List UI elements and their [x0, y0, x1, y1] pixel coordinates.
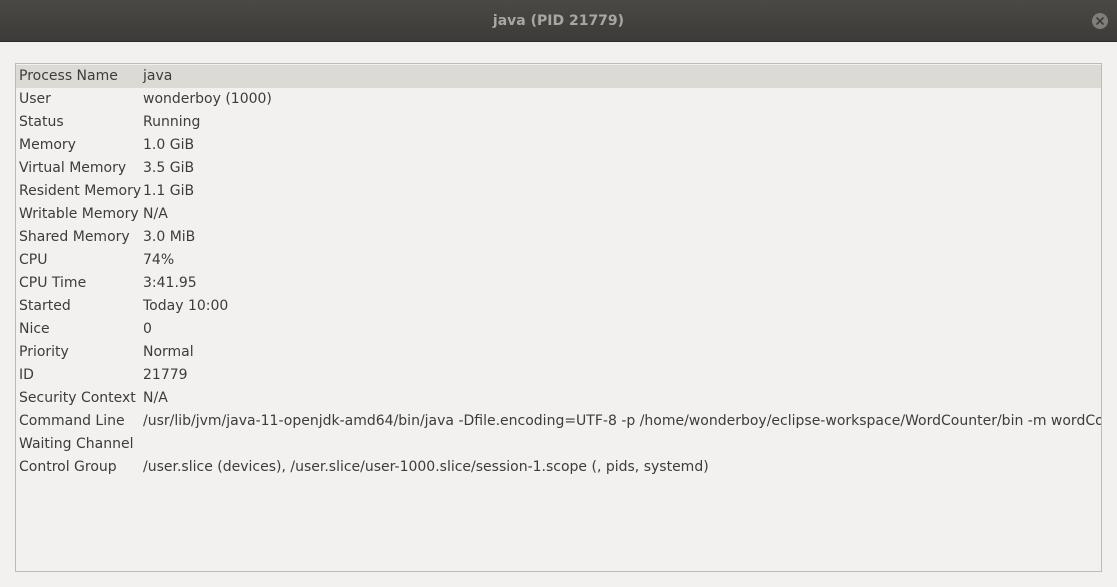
property-name: Nice — [19, 321, 50, 337]
property-name: CPU — [19, 252, 48, 268]
property-name: Shared Memory — [19, 229, 130, 245]
process-properties-window: java (PID 21779) Process Name java User … — [0, 0, 1117, 587]
property-row-cpu-time[interactable]: CPU Time 3:41.95 — [16, 272, 1101, 295]
property-row-id[interactable]: ID 21779 — [16, 364, 1101, 387]
property-row-writable-memory[interactable]: Writable Memory N/A — [16, 203, 1101, 226]
close-button[interactable] — [1092, 13, 1108, 29]
property-name: Waiting Channel — [19, 436, 134, 452]
property-name: CPU Time — [19, 275, 87, 291]
property-row-process-name[interactable]: Process Name java — [16, 65, 1101, 88]
window-title: java (PID 21779) — [492, 13, 625, 29]
property-row-priority[interactable]: Priority Normal — [16, 341, 1101, 364]
property-value: 21779 — [143, 367, 188, 383]
property-row-status[interactable]: Status Running — [16, 111, 1101, 134]
property-row-command-line[interactable]: Command Line /usr/lib/jvm/java-11-openjd… — [16, 410, 1101, 433]
property-value: wonderboy (1000) — [143, 91, 272, 107]
property-name: Started — [19, 298, 71, 314]
title-bar[interactable]: java (PID 21779) — [0, 0, 1117, 42]
property-name: Resident Memory — [19, 183, 142, 199]
property-value: N/A — [143, 206, 168, 222]
property-row-started[interactable]: Started Today 10:00 — [16, 295, 1101, 318]
property-value: Normal — [143, 344, 194, 360]
property-row-memory[interactable]: Memory 1.0 GiB — [16, 134, 1101, 157]
property-value: 3.5 GiB — [143, 160, 195, 176]
property-name: ID — [19, 367, 34, 383]
property-row-control-group[interactable]: Control Group /user.slice (devices), /us… — [16, 456, 1101, 479]
property-value: 1.1 GiB — [143, 183, 195, 199]
property-value: Today 10:00 — [143, 298, 229, 314]
property-value: 0 — [143, 321, 152, 337]
property-name: Process Name — [19, 68, 118, 84]
property-value: N/A — [143, 390, 168, 406]
property-value: 3:41.95 — [143, 275, 197, 291]
property-name: Virtual Memory — [19, 160, 127, 176]
property-row-cpu[interactable]: CPU 74% — [16, 249, 1101, 272]
properties-list[interactable]: Process Name java User wonderboy (1000) … — [15, 63, 1102, 572]
property-row-virtual-memory[interactable]: Virtual Memory 3.5 GiB — [16, 157, 1101, 180]
property-name: Security Context — [19, 390, 136, 406]
property-row-nice[interactable]: Nice 0 — [16, 318, 1101, 341]
property-name: Memory — [19, 137, 76, 153]
property-value: /user.slice (devices), /user.slice/user-… — [143, 459, 709, 475]
property-name: Control Group — [19, 459, 117, 475]
property-value: 1.0 GiB — [143, 137, 195, 153]
property-value: /usr/lib/jvm/java-11-openjdk-amd64/bin/j… — [143, 413, 1102, 429]
property-row-user[interactable]: User wonderboy (1000) — [16, 88, 1101, 111]
property-row-waiting-channel[interactable]: Waiting Channel — [16, 433, 1101, 456]
property-value: java — [143, 68, 173, 84]
property-value: 74% — [143, 252, 175, 268]
property-name: User — [19, 91, 51, 107]
property-name: Priority — [19, 344, 69, 360]
property-value: Running — [143, 114, 201, 130]
property-name: Command Line — [19, 413, 125, 429]
property-name: Writable Memory — [19, 206, 139, 222]
property-value: 3.0 MiB — [143, 229, 196, 245]
property-name: Status — [19, 114, 64, 130]
property-row-security-context[interactable]: Security Context N/A — [16, 387, 1101, 410]
property-row-shared-memory[interactable]: Shared Memory 3.0 MiB — [16, 226, 1101, 249]
close-icon — [1096, 17, 1104, 25]
property-row-resident-memory[interactable]: Resident Memory 1.1 GiB — [16, 180, 1101, 203]
